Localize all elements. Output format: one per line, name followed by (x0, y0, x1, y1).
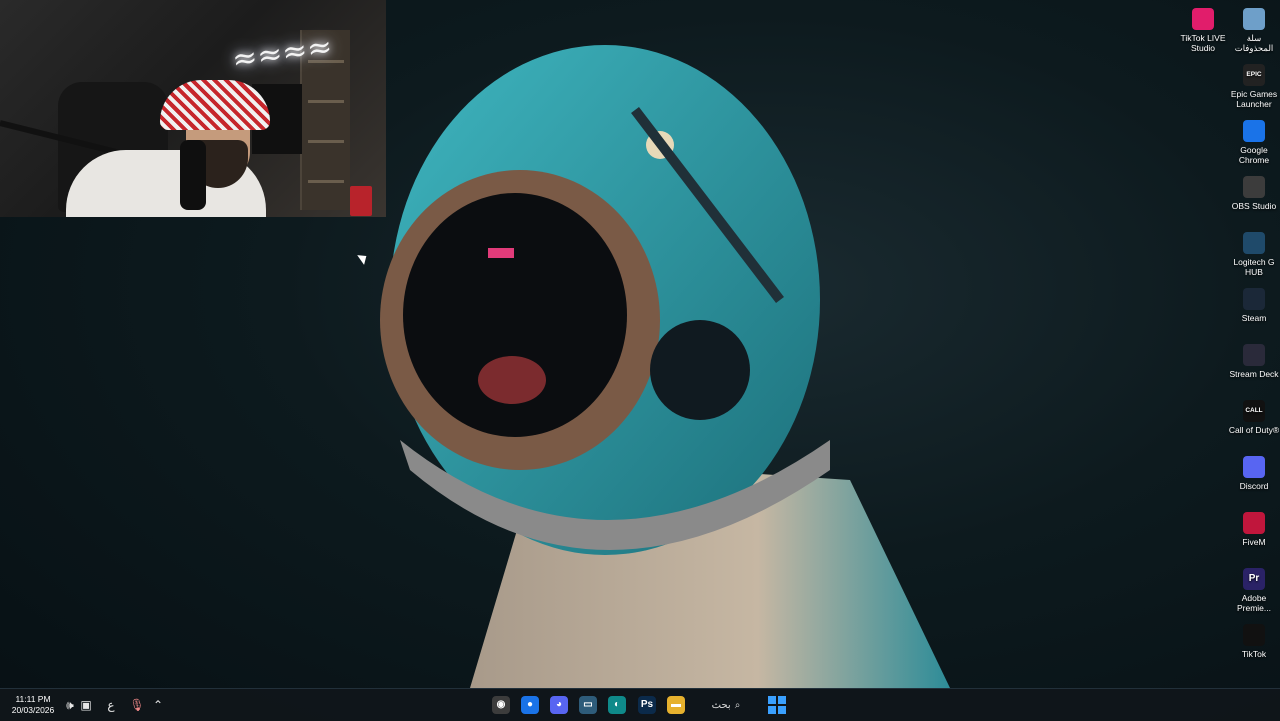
keyboard-language[interactable]: ع (101, 689, 121, 721)
obs-taskbar-icon: ◉ (492, 696, 510, 714)
desktop-icon-label: Discord (1239, 481, 1269, 491)
chevron-up-icon[interactable]: ⌃ (148, 689, 168, 721)
desktop-icon-label: Google Chrome (1238, 145, 1270, 165)
desktop-icon-fivem[interactable]: FiveM (1227, 508, 1280, 547)
microphone (180, 140, 206, 210)
network-icon[interactable]: ▣ (76, 689, 96, 721)
call-of-duty-icon: CALL (1243, 400, 1265, 422)
desktop-icon-tiktok-live-studio[interactable]: TikTok LIVE Studio (1176, 4, 1230, 53)
desktop-icon-label: TikTok (1241, 649, 1267, 659)
desktop-icon-label: Stream Deck (1229, 369, 1279, 379)
start-button[interactable] (766, 689, 788, 721)
photoshop-taskbar-icon: Ps (638, 696, 656, 714)
steam-icon (1243, 288, 1265, 310)
logitech-g-hub-icon (1243, 232, 1265, 254)
search-box[interactable]: بحث ⌕ (696, 689, 756, 721)
edge-taskbar-button[interactable]: ◐ (604, 689, 630, 721)
desktop-icons: سلة المحذوفات TikTok LIVE Studio EPIC Epic … (1180, 0, 1280, 688)
epic-games-icon: EPIC (1243, 64, 1265, 86)
recycle-bin-icon (1243, 8, 1265, 30)
edge-taskbar-icon: ◐ (608, 696, 626, 714)
desktop-icon-obs[interactable]: OBS Studio (1227, 172, 1280, 211)
tiktok-live-studio-icon (1192, 8, 1214, 30)
desktop-icon-label: سلة المحذوفات (1234, 33, 1274, 53)
task-view-taskbar-icon: ▭ (579, 696, 597, 714)
tiktok-icon (1243, 624, 1265, 646)
desktop-icon-logitech-g-hub[interactable]: Logitech G HUB (1227, 228, 1280, 277)
stream-deck-icon (1243, 344, 1265, 366)
fivem-icon (1243, 512, 1265, 534)
desktop-icon-label: Epic Games Launcher (1230, 89, 1278, 109)
chrome-icon (1243, 120, 1265, 142)
obs-icon (1243, 176, 1265, 198)
desktop-icon-adobe-premiere[interactable]: Pr Adobe Premie... (1227, 564, 1280, 613)
clock-date: 20/03/2026 (11, 705, 55, 715)
clock-time: 11:11 PM (15, 694, 51, 704)
obs-taskbar-button[interactable]: ◉ (488, 689, 514, 721)
file-explorer-taskbar-icon: ▬ (667, 696, 685, 714)
file-explorer-taskbar-button[interactable]: ▬ (663, 689, 689, 721)
desktop-icon-chrome[interactable]: Google Chrome (1227, 116, 1280, 165)
windows-logo-icon (768, 696, 786, 714)
desktop-icon-label: Steam (1241, 313, 1267, 323)
discord-taskbar-button[interactable]: ◕ (546, 689, 572, 721)
webcam-overlay: ≈≈≈≈ (0, 0, 386, 217)
task-view-taskbar-button[interactable]: ▭ (575, 689, 601, 721)
desktop-icon-label: Adobe Premie... (1236, 593, 1271, 613)
desktop-icon-recycle-bin[interactable]: سلة المحذوفات (1227, 4, 1280, 53)
chrome-taskbar-button[interactable]: ● (517, 689, 543, 721)
discord-icon (1243, 456, 1265, 478)
desktop-icon-epic-games[interactable]: EPIC Epic Games Launcher (1227, 60, 1280, 109)
desktop-icon-label: Logitech G HUB (1233, 257, 1275, 277)
clock[interactable]: 11:11 PM 20/03/2026 (8, 689, 58, 721)
desktop-icon-tiktok[interactable]: TikTok (1227, 620, 1280, 659)
red-cup (350, 186, 372, 216)
desktop-icon-steam[interactable]: Steam (1227, 284, 1280, 323)
search-icon: ⌕ (734, 699, 741, 711)
discord-taskbar-icon: ◕ (550, 696, 568, 714)
desktop-icon-label: FiveM (1242, 537, 1266, 547)
desktop-icon-label: TikTok LIVE Studio (1180, 33, 1226, 53)
chrome-taskbar-icon: ● (521, 696, 539, 714)
microphone-icon[interactable]: 🎙 (127, 689, 147, 721)
taskbar: 11:11 PM 20/03/2026 🕪 ▣ ع 🎙 ⌃ ◉ ● ◕ ▭ ◐ Ps ▬ ب… (0, 688, 1280, 721)
desktop-icon-stream-deck[interactable]: Stream Deck (1227, 340, 1280, 379)
desktop-icon-call-of-duty[interactable]: CALL Call of Duty® (1227, 396, 1280, 435)
streamer-shemagh (160, 80, 270, 130)
photoshop-taskbar-button[interactable]: Ps (634, 689, 660, 721)
desktop-icon-label: OBS Studio (1231, 201, 1277, 211)
search-label: بحث (711, 699, 731, 711)
desktop-icon-discord[interactable]: Discord (1227, 452, 1280, 491)
adobe-premiere-icon: Pr (1243, 568, 1265, 590)
desktop-icon-label: Call of Duty® (1228, 425, 1280, 435)
